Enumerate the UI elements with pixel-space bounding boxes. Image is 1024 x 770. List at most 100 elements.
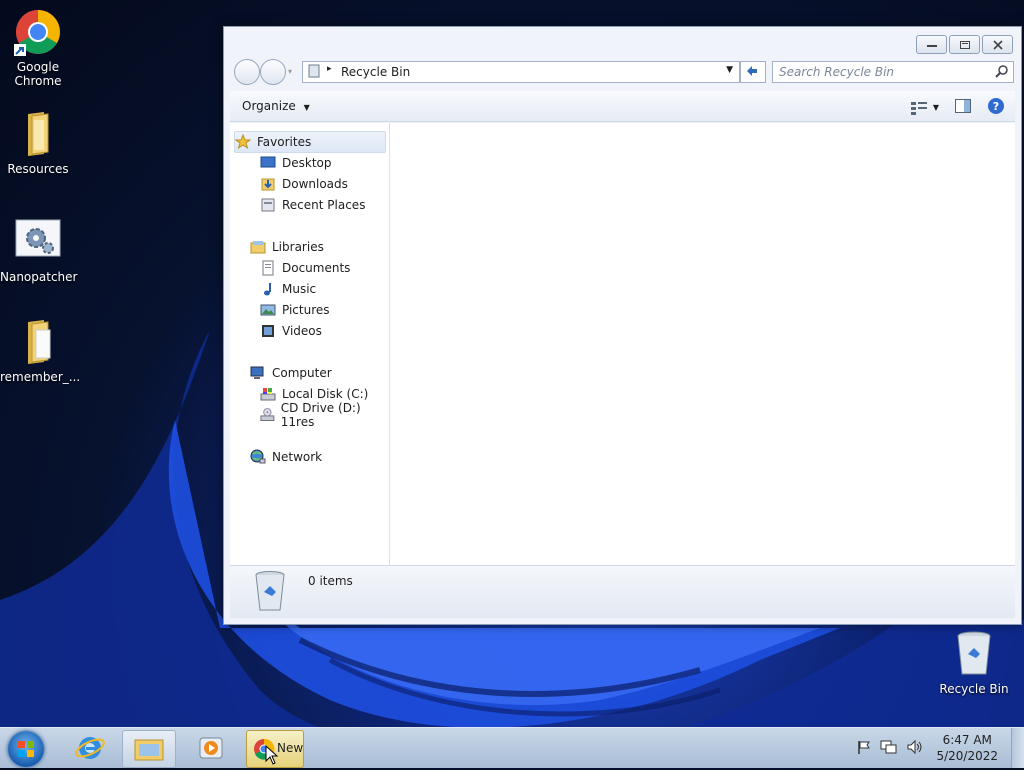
desktop-icon-nanopatcher[interactable]: Nanopatcher (0, 218, 78, 284)
address-text: Recycle Bin (341, 65, 411, 79)
command-bar: Organize ▼ ▼ ? (230, 91, 1015, 122)
minimize-button[interactable] (916, 35, 947, 54)
nav-network-label: Network (272, 450, 323, 464)
navigation-pane: Favorites Desktop Downloads Recent Place… (230, 123, 390, 565)
computer-icon (250, 366, 264, 379)
recent-pages-arrow-icon[interactable]: ▾ (288, 67, 292, 76)
show-desktop-button[interactable] (1011, 728, 1024, 768)
maximize-button[interactable] (949, 35, 980, 54)
nav-documents[interactable]: Documents (260, 258, 350, 278)
help-icon: ? (988, 98, 1004, 114)
nav-favorites-label: Favorites (257, 135, 312, 149)
nav-computer-label: Computer (272, 366, 332, 380)
nav-music-label: Music (282, 282, 317, 296)
clock-time: 6:47 AM (942, 733, 992, 747)
hard-drive-icon (260, 388, 276, 401)
folder-icon (14, 110, 62, 158)
desktop-icon-label: Nanopatcher (0, 270, 78, 284)
desktop-icon-label: Google Chrome (14, 60, 62, 88)
nav-pictures-label: Pictures (282, 303, 330, 317)
nav-recent-label: Recent Places (282, 198, 366, 212)
search-icon[interactable] (995, 64, 1009, 81)
nav-computer[interactable]: Computer (250, 363, 332, 383)
change-view-button[interactable]: ▼ (910, 101, 939, 115)
item-count: 0 items (308, 574, 353, 588)
network-status-icon[interactable] (880, 739, 898, 758)
taskbar-chrome-label: New (277, 741, 304, 755)
preview-pane-icon (955, 99, 971, 113)
breadcrumb-chevron-icon[interactable]: ▸ (327, 64, 332, 74)
network-icon (250, 449, 266, 464)
action-center-flag-icon[interactable] (856, 739, 872, 758)
clock[interactable]: 6:47 AM 5/20/2022 (936, 732, 998, 764)
nav-videos[interactable]: Videos (260, 321, 322, 341)
explorer-window[interactable]: ▾ ▸ Recycle Bin ▼ Search Recycle Bin Org… (223, 26, 1022, 625)
forward-button[interactable] (260, 59, 286, 85)
chrome-icon (14, 8, 62, 56)
clock-date: 5/20/2022 (936, 749, 998, 763)
desktop-icon-resources[interactable]: Resources (0, 110, 76, 176)
view-icon (910, 101, 927, 115)
preview-pane-button[interactable] (955, 99, 971, 116)
taskbar-ie-button[interactable] (64, 730, 116, 766)
nav-cd-drive-label: CD Drive (D:) 11res (280, 401, 361, 429)
downloads-icon (261, 178, 275, 191)
recycle-bin-small-icon (307, 64, 321, 81)
search-box[interactable]: Search Recycle Bin (772, 61, 1014, 83)
folder-icon (134, 739, 164, 761)
cd-drive-icon (260, 408, 275, 421)
folder-icon (14, 318, 62, 366)
nav-downloads-label: Downloads (282, 177, 348, 191)
file-list-area[interactable] (390, 123, 1015, 565)
chevron-down-icon: ▼ (932, 103, 939, 112)
nav-music[interactable]: Music (260, 279, 316, 299)
nav-libraries[interactable]: Libraries (250, 237, 324, 257)
documents-icon (262, 260, 274, 276)
windows-logo-icon (18, 741, 34, 757)
desktop-icon-label: Resources (7, 162, 69, 176)
gear-icon (14, 218, 62, 266)
help-button[interactable]: ? (987, 97, 1005, 118)
videos-icon (262, 325, 274, 337)
details-pane: 0 items (230, 565, 1015, 618)
taskbar: New 6:47 AM 5/20/2022 (0, 727, 1024, 768)
nav-network[interactable]: Network (250, 447, 322, 467)
nav-desktop[interactable]: Desktop (260, 153, 332, 173)
address-bar[interactable]: ▸ Recycle Bin ▼ (302, 61, 740, 83)
taskbar-explorer-button[interactable] (122, 730, 176, 768)
nav-favorites[interactable]: Favorites (234, 131, 386, 153)
recycle-bin-icon (950, 630, 998, 678)
svg-text:?: ? (993, 100, 999, 113)
pictures-icon (260, 304, 276, 316)
nav-cd-drive[interactable]: CD Drive (D:) 11res (260, 401, 389, 429)
desktop-icon-chrome[interactable]: Google Chrome (0, 8, 76, 88)
recent-places-icon (261, 198, 275, 212)
taskbar-chrome-button[interactable]: New (246, 730, 304, 768)
taskbar-media-player-button[interactable] (186, 730, 238, 766)
organize-button[interactable]: Organize ▼ (242, 99, 310, 113)
desktop-icon-recycle-bin[interactable]: Recycle Bin (936, 630, 1012, 696)
nav-recent-places[interactable]: Recent Places (260, 195, 365, 215)
close-button[interactable] (982, 35, 1013, 54)
nav-pictures[interactable]: Pictures (260, 300, 330, 320)
back-button[interactable] (234, 59, 260, 85)
window-caption[interactable] (224, 27, 1021, 57)
music-icon (264, 283, 271, 296)
desktop-icon (260, 156, 276, 168)
refresh-button[interactable] (740, 61, 766, 83)
address-dropdown-icon[interactable]: ▼ (726, 65, 733, 75)
nav-documents-label: Documents (282, 261, 351, 275)
volume-icon[interactable] (906, 739, 924, 758)
nav-local-disk-label: Local Disk (C:) (282, 387, 369, 401)
recycle-bin-icon (252, 570, 288, 617)
nav-downloads[interactable]: Downloads (260, 174, 348, 194)
nav-desktop-label: Desktop (282, 156, 332, 170)
nav-libraries-label: Libraries (272, 240, 324, 254)
star-icon (235, 134, 251, 150)
desktop-icon-remember[interactable]: remember_... (0, 318, 80, 384)
internet-explorer-icon (75, 737, 105, 759)
libraries-icon (250, 241, 266, 254)
organize-label: Organize (242, 99, 296, 113)
media-player-icon (199, 737, 223, 759)
start-button[interactable] (8, 731, 44, 767)
